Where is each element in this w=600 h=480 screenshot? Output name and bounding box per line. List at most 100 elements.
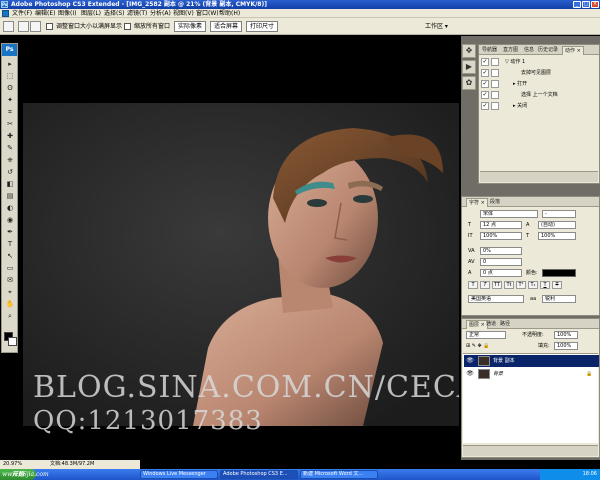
menu-help[interactable]: 帮助(H) — [219, 9, 240, 18]
zoom-in-icon[interactable] — [18, 21, 29, 32]
ps-menu-icon[interactable] — [2, 10, 9, 17]
dialog-toggle[interactable] — [491, 80, 499, 88]
font-style-select[interactable]: - — [542, 210, 576, 218]
brush-icon[interactable]: ✿ — [462, 76, 476, 90]
menu-edit[interactable]: 编辑(E) — [35, 9, 55, 18]
check-icon[interactable]: ✓ — [481, 58, 489, 66]
shape-tool-icon[interactable]: ▭ — [4, 264, 16, 273]
print-size-button[interactable]: 打印尺寸 — [246, 21, 279, 32]
actual-pixels-button[interactable]: 实际像素 — [174, 21, 207, 32]
action-row[interactable]: ✓ 去掉可见图层 — [479, 68, 600, 78]
minimize-button[interactable]: _ — [573, 1, 581, 8]
notes-tool-icon[interactable]: ✉ — [4, 276, 16, 285]
action-row[interactable]: ✓ ▸ 打开 — [479, 79, 600, 89]
horizontal-scale-field[interactable]: 100% — [538, 232, 576, 240]
menu-analysis[interactable]: 分析(A) — [150, 9, 171, 18]
history-icon[interactable]: ▶ — [462, 60, 476, 74]
faux-italic-button[interactable]: T — [480, 281, 490, 289]
blur-tool-icon[interactable]: ◐ — [4, 204, 16, 213]
menu-window[interactable]: 窗口(W) — [196, 9, 219, 18]
font-size-field[interactable]: 12 点 — [480, 221, 522, 229]
font-family-select[interactable]: 宋体 — [480, 210, 538, 218]
small-caps-button[interactable]: Tt — [504, 281, 514, 289]
tab-paragraph[interactable]: 段落 — [488, 198, 502, 207]
zoom-all-checkbox[interactable] — [124, 23, 131, 30]
close-button[interactable]: × — [591, 1, 599, 8]
check-icon[interactable]: ✓ — [481, 91, 489, 99]
resize-windows-checkbox[interactable] — [46, 23, 53, 30]
dialog-toggle[interactable] — [491, 102, 499, 110]
check-icon[interactable]: ✓ — [481, 69, 489, 77]
tab-character[interactable]: 字符 × — [466, 198, 488, 207]
healing-brush-tool-icon[interactable]: ✚ — [4, 132, 16, 141]
path-selection-tool-icon[interactable]: ↖ — [4, 252, 16, 261]
leading-field[interactable]: (自动) — [538, 221, 576, 229]
kerning-field[interactable]: 0% — [480, 247, 522, 255]
background-color-swatch[interactable] — [8, 337, 17, 346]
dialog-toggle[interactable] — [491, 69, 499, 77]
tab-paths[interactable]: 路径 — [498, 320, 512, 329]
marquee-tool-icon[interactable]: ⬚ — [4, 72, 16, 81]
zoom-tool-preset-icon[interactable] — [3, 21, 14, 32]
baseline-field[interactable]: 0 点 — [480, 269, 522, 277]
tab-history[interactable]: 历史记录 — [536, 46, 560, 55]
hand-tool-icon[interactable]: ✋ — [4, 300, 16, 309]
all-caps-button[interactable]: TT — [492, 281, 502, 289]
dialog-toggle[interactable] — [491, 58, 499, 66]
menu-select[interactable]: 选择(S) — [104, 9, 125, 18]
opacity-field[interactable]: 100% — [554, 331, 578, 339]
clone-stamp-tool-icon[interactable]: ⎈ — [4, 156, 16, 165]
dialog-toggle[interactable] — [491, 91, 499, 99]
antialias-select[interactable]: 锐利 — [542, 295, 576, 303]
subscript-button[interactable]: T₁ — [528, 281, 538, 289]
move-tool-icon[interactable]: ▸ — [4, 60, 16, 69]
action-row[interactable]: ✓ ▸ 关闭 — [479, 101, 600, 111]
fill-field[interactable]: 100% — [554, 342, 578, 350]
superscript-button[interactable]: T¹ — [516, 281, 526, 289]
menu-view[interactable]: 视图(V) — [173, 9, 194, 18]
maximize-button[interactable]: □ — [582, 1, 590, 8]
lasso-tool-icon[interactable]: ʘ — [4, 84, 16, 93]
action-row[interactable]: ✓ 选择 上一个文档 — [479, 90, 600, 100]
zoom-out-icon[interactable] — [30, 21, 41, 32]
task-photoshop[interactable]: Adobe Photoshop CS3 E... — [220, 470, 298, 479]
menu-layer[interactable]: 图层(L) — [81, 9, 101, 18]
zoom-tool-icon[interactable]: ⌕ — [4, 312, 16, 321]
task-messenger[interactable]: Windows Live Messenger — [140, 470, 218, 479]
workspace-menu[interactable]: 工作区 ▾ — [425, 21, 448, 32]
menu-filter[interactable]: 滤镜(T) — [127, 9, 147, 18]
slice-tool-icon[interactable]: ✂ — [4, 120, 16, 129]
tab-info[interactable]: 信息 — [522, 46, 536, 55]
layer-row-background[interactable]: 👁 背景 🔒 — [464, 368, 599, 380]
eyedropper-tool-icon[interactable]: ⌖ — [4, 288, 16, 297]
blend-mode-select[interactable]: 正常 — [466, 331, 506, 339]
task-word[interactable]: 新建 Microsoft Word 文... — [300, 470, 378, 479]
zoom-level[interactable]: 20.97% — [3, 460, 22, 469]
action-row[interactable]: ✓ ▽ 动作 1 — [479, 57, 600, 67]
crop-tool-icon[interactable]: ⌗ — [4, 108, 16, 117]
underline-button[interactable]: T — [540, 281, 550, 289]
dodge-tool-icon[interactable]: ◉ — [4, 216, 16, 225]
fit-screen-button[interactable]: 适合屏幕 — [210, 21, 243, 32]
check-icon[interactable]: ✓ — [481, 80, 489, 88]
magic-wand-tool-icon[interactable]: ✦ — [4, 96, 16, 105]
menu-image[interactable]: 图像(I) — [58, 9, 76, 18]
eye-icon[interactable]: 👁 — [466, 370, 474, 378]
tab-channels[interactable]: 通道 — [484, 320, 498, 329]
faux-bold-button[interactable]: T — [468, 281, 478, 289]
tab-actions[interactable]: 动作 × — [562, 46, 584, 55]
eye-icon[interactable]: 👁 — [466, 357, 474, 365]
tab-histogram[interactable]: 直方图 — [501, 46, 520, 55]
brush-tool-icon[interactable]: ✎ — [4, 144, 16, 153]
navigator-icon[interactable]: ✥ — [462, 44, 476, 58]
layer-row-background-copy[interactable]: 👁 背景 副本 — [464, 355, 599, 367]
title-bar[interactable]: Ps Adobe Photoshop CS3 Extended - [IMG_2… — [0, 0, 600, 9]
clock[interactable]: 18:06 — [583, 471, 597, 477]
strikethrough-button[interactable]: T — [552, 281, 562, 289]
document-canvas[interactable]: BLOG.SINA.COM.CN/CECA2002 QQ:1213017383 — [23, 38, 459, 460]
type-tool-icon[interactable]: T — [4, 240, 16, 249]
tracking-field[interactable]: 0 — [480, 258, 522, 266]
menu-file[interactable]: 文件(F) — [12, 9, 32, 18]
tab-navigator[interactable]: 导航器 — [480, 46, 499, 55]
eraser-tool-icon[interactable]: ◧ — [4, 180, 16, 189]
